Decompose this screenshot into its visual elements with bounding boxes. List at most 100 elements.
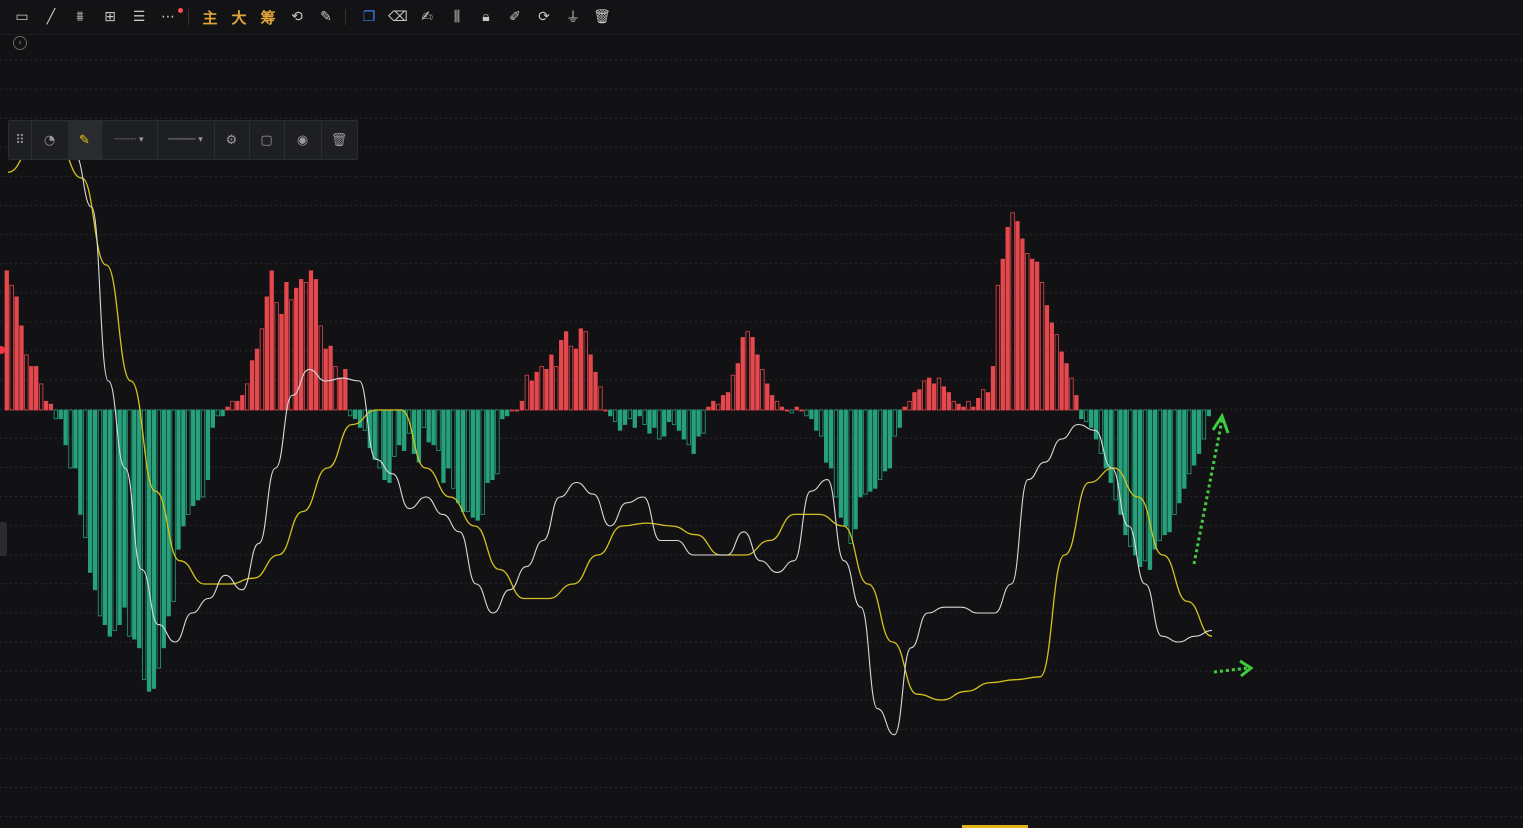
histogram-bar-negative: [613, 409, 618, 423]
histogram-bar-positive: [927, 377, 932, 411]
histogram-bar-negative: [848, 409, 853, 544]
histogram-bar-positive: [912, 392, 917, 411]
histogram-bar-positive: [269, 270, 274, 411]
histogram-bar-positive: [1034, 261, 1040, 411]
histogram-bar-positive: [34, 366, 39, 411]
histogram-bar-negative: [176, 409, 181, 550]
candles-icon[interactable]: ⫼: [445, 5, 469, 29]
histogram-bar-negative: [186, 409, 191, 515]
histogram-bar-positive: [1030, 258, 1035, 411]
histogram-bar-negative: [873, 409, 878, 489]
histogram-bar-negative: [877, 409, 883, 480]
histogram-bar-positive: [922, 380, 927, 411]
pen-line-icon[interactable]: ✎: [314, 5, 338, 29]
histogram-bar-positive: [48, 403, 54, 411]
histogram-bar-positive: [230, 400, 235, 411]
histogram-bar-positive: [946, 392, 951, 411]
histogram-bar-negative: [627, 409, 633, 420]
histogram-bar-positive: [1064, 363, 1069, 411]
histogram-bar-negative: [671, 409, 677, 425]
histogram-bar-positive: [519, 400, 525, 411]
delete-icon[interactable]: 🗑︎: [321, 121, 357, 159]
histogram-bar-negative: [868, 409, 873, 492]
histogram-bar-negative: [1108, 409, 1113, 483]
histogram-bar-negative: [195, 409, 201, 501]
histogram-bar-negative: [833, 409, 839, 498]
histogram-bar-negative: [446, 409, 451, 469]
histogram-bar-negative: [83, 409, 88, 538]
histogram-bar-negative: [166, 409, 171, 617]
histogram-bar-negative: [500, 409, 505, 420]
histogram-bar-negative: [392, 409, 397, 457]
trash-icon[interactable]: 🗑︎: [590, 5, 614, 29]
grid-lines: [0, 59, 1523, 818]
histogram-bar-positive: [990, 366, 996, 411]
sync-icon[interactable]: ⟲: [285, 5, 309, 29]
rectangle-icon[interactable]: ▭: [10, 5, 34, 29]
histogram-bar-negative: [853, 409, 858, 530]
histogram-bar-positive: [1039, 281, 1045, 411]
main-force-button[interactable]: 主: [198, 5, 222, 29]
histogram-bar-positive: [583, 331, 588, 411]
drag-handle-icon[interactable]: ⠿: [9, 121, 32, 159]
copy-icon[interactable]: ❐: [357, 5, 381, 29]
visibility-icon[interactable]: ◉: [284, 121, 322, 159]
settings-icon[interactable]: ⚙: [214, 121, 250, 159]
side-panel-handle[interactable]: [0, 522, 7, 556]
eraser-icon[interactable]: ⌫: [386, 5, 410, 29]
add-frame-icon[interactable]: ⊞: [98, 5, 122, 29]
histogram-bar-positive: [941, 386, 947, 411]
lock-icon[interactable]: ▢: [249, 121, 285, 159]
menu-lines-icon[interactable]: ☰: [127, 5, 151, 29]
histogram-bar-negative: [137, 409, 142, 649]
histogram-bar-positive: [593, 371, 598, 411]
histogram-bar-positive: [1025, 252, 1030, 411]
histogram-bar-positive: [598, 386, 603, 411]
histogram-bar-positive: [563, 331, 569, 411]
histogram-bar-negative: [352, 409, 358, 420]
histogram-bar-negative: [662, 409, 667, 437]
histogram-bar-positive: [298, 279, 304, 411]
histogram-bar-positive: [951, 400, 956, 411]
expand-icon[interactable]: ›: [13, 36, 27, 50]
more-icon[interactable]: ⋯: [156, 5, 180, 29]
histogram-bar-negative: [97, 409, 103, 617]
histogram-bar-negative: [436, 409, 441, 451]
brush-icon[interactable]: ✍: [415, 5, 439, 29]
histogram-bar-positive: [573, 348, 579, 411]
histogram-bar-negative: [843, 409, 848, 527]
solid-line-style-dropdown[interactable]: ───── ▾: [157, 121, 215, 159]
histogram-bar-positive: [1069, 377, 1074, 411]
histogram-bar-positive: [794, 406, 799, 411]
histogram-bar-positive: [308, 270, 314, 411]
histogram-bar-negative: [1187, 409, 1192, 475]
histogram-bar-negative: [789, 409, 794, 414]
histogram-bar-negative: [92, 409, 98, 591]
histogram-bar-positive: [19, 325, 24, 411]
large-order-button[interactable]: 大: [227, 5, 251, 29]
ruler-icon[interactable]: ⩩: [68, 5, 92, 29]
histogram-bar-negative: [181, 409, 186, 527]
histogram-bar-negative: [1142, 409, 1148, 562]
line-icon[interactable]: ╱: [39, 5, 63, 29]
histogram-bar-negative: [215, 409, 220, 417]
histogram-bar-positive: [4, 270, 9, 411]
histogram-bar-positive: [995, 284, 1001, 411]
histogram-bar-negative: [1167, 409, 1172, 533]
chip-distribution-button[interactable]: 筹: [256, 5, 280, 29]
histogram-bar-negative: [1182, 409, 1187, 489]
magnet-icon[interactable]: ⟳: [532, 5, 556, 29]
histogram-bar-negative: [402, 409, 407, 451]
histogram-bar-negative: [1113, 409, 1118, 501]
template-icon[interactable]: ◔: [31, 121, 69, 159]
histogram-bar-negative: [676, 409, 682, 431]
highlight-pen-icon[interactable]: ✎: [68, 121, 102, 159]
note-icon[interactable]: ✐: [503, 5, 527, 29]
histogram-bar-positive: [554, 366, 559, 411]
dotted-line-style-dropdown[interactable]: ┈┈┈┈ ▾: [101, 121, 158, 159]
filter-icon[interactable]: ⏚: [561, 5, 585, 29]
lock-icon[interactable]: 🔒︎: [474, 5, 498, 29]
histogram-bar-positive: [1015, 221, 1020, 411]
histogram-bar-positive: [235, 400, 240, 411]
histogram-bar-negative: [460, 409, 466, 512]
